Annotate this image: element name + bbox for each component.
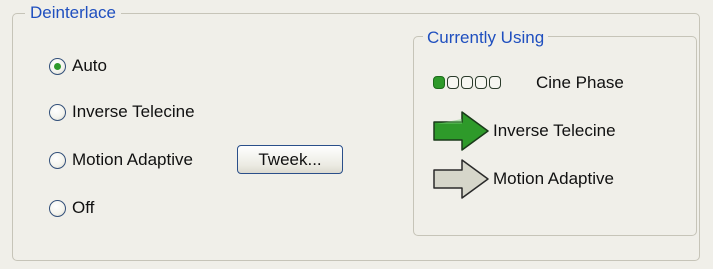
radio-option-motion-adaptive[interactable]: Motion Adaptive [49, 148, 193, 172]
inverse-telecine-mode-label: Inverse Telecine [493, 121, 616, 140]
auto-radio-button[interactable] [49, 57, 66, 75]
motion-adaptive-radio-label[interactable]: Motion Adaptive [72, 149, 193, 171]
tweek-button[interactable]: Tweek... [237, 145, 343, 174]
cine-phase-dot-1 [433, 76, 445, 89]
cine-phase-dot-5 [489, 76, 501, 89]
cine-phase-dot-3 [461, 76, 473, 89]
radio-option-inverse-telecine[interactable]: Inverse Telecine [49, 100, 195, 124]
inverse-telecine-radio-button[interactable] [49, 103, 66, 121]
motion-adaptive-arrow-icon [433, 159, 489, 199]
cine-phase-dot-2 [447, 76, 459, 89]
motion-adaptive-radio-button[interactable] [49, 151, 66, 169]
off-radio-button[interactable] [49, 199, 66, 217]
motion-adaptive-mode-label: Motion Adaptive [493, 169, 614, 188]
currently-using-title: Currently Using [423, 27, 549, 49]
off-radio-label[interactable]: Off [72, 197, 94, 219]
auto-radio-label[interactable]: Auto [72, 55, 107, 77]
cine-phase-indicator [433, 76, 501, 89]
cine-phase-label: Cine Phase [536, 73, 624, 92]
radio-option-off[interactable]: Off [49, 196, 94, 220]
cine-phase-dot-4 [475, 76, 487, 89]
inverse-telecine-radio-label[interactable]: Inverse Telecine [72, 101, 195, 123]
deinterlace-group-title: Deinterlace [25, 2, 121, 24]
inverse-telecine-arrow-icon [433, 111, 489, 151]
radio-option-auto[interactable]: Auto [49, 54, 107, 78]
